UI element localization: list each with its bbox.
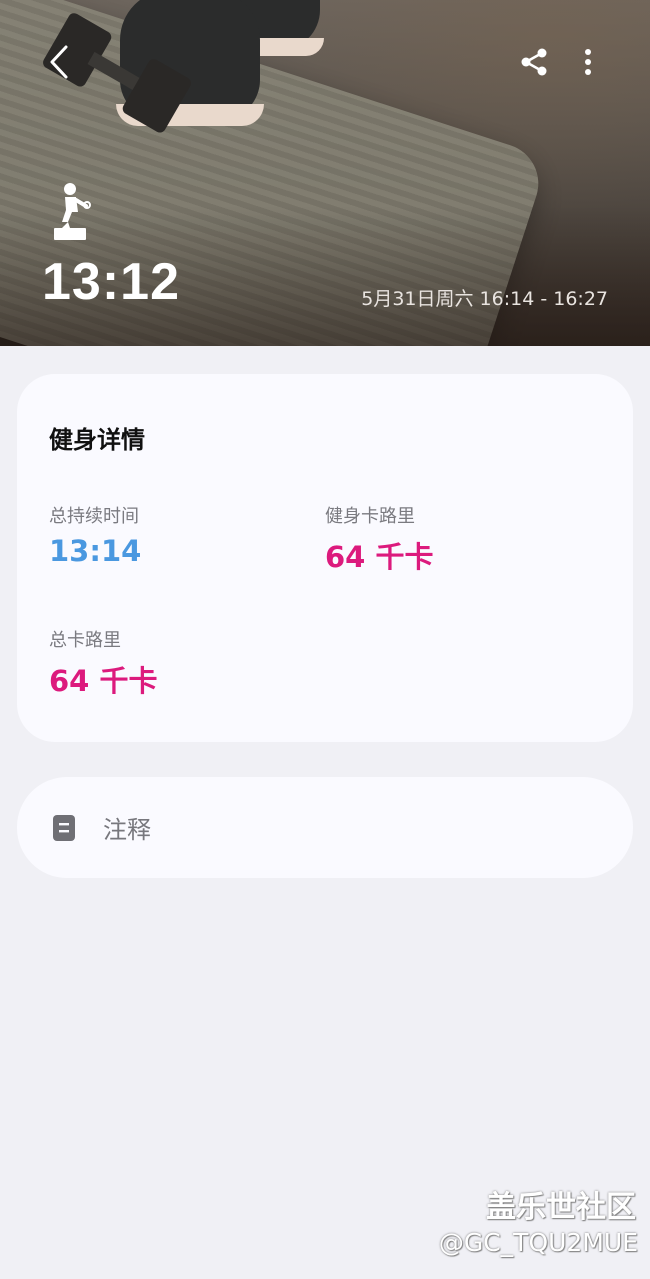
share-button[interactable]	[512, 40, 556, 84]
notes-button[interactable]: 注释	[17, 777, 633, 878]
watermark-handle: @GC_TQU2MUE	[438, 1228, 638, 1257]
stat-label: 健身卡路里	[325, 506, 415, 527]
stat-total-calories: 总卡路里 64 千卡	[49, 626, 157, 700]
notes-label: 注释	[103, 816, 151, 844]
workout-duration: 13:12	[42, 253, 180, 311]
stat-value: 13:14	[49, 534, 142, 568]
stat-label: 总持续时间	[49, 506, 139, 527]
card-title: 健身详情	[49, 426, 145, 454]
workout-details-card: 健身详情 总持续时间 13:14 健身卡路里 64 千卡 总卡路里 64 千卡	[17, 374, 633, 742]
more-vertical-icon	[585, 49, 591, 75]
more-options-button[interactable]	[566, 40, 610, 84]
note-icon	[53, 814, 75, 841]
workout-datetime: 5月31日周六 16:14 - 16:27	[361, 288, 608, 310]
workout-figure-icon	[54, 183, 91, 240]
stat-workout-calories: 健身卡路里 64 千卡	[325, 502, 433, 576]
back-button[interactable]	[38, 40, 82, 84]
stat-value: 64 千卡	[325, 540, 434, 574]
stat-label: 总卡路里	[49, 630, 121, 651]
share-icon	[521, 48, 547, 76]
workout-header: 13:12 5月31日周六 16:14 - 16:27	[0, 0, 650, 346]
stat-value: 64 千卡	[49, 664, 158, 698]
stat-total-duration: 总持续时间 13:14	[49, 502, 141, 568]
watermark-title: 盖乐世社区	[486, 1190, 636, 1225]
back-arrow-icon	[50, 45, 68, 79]
